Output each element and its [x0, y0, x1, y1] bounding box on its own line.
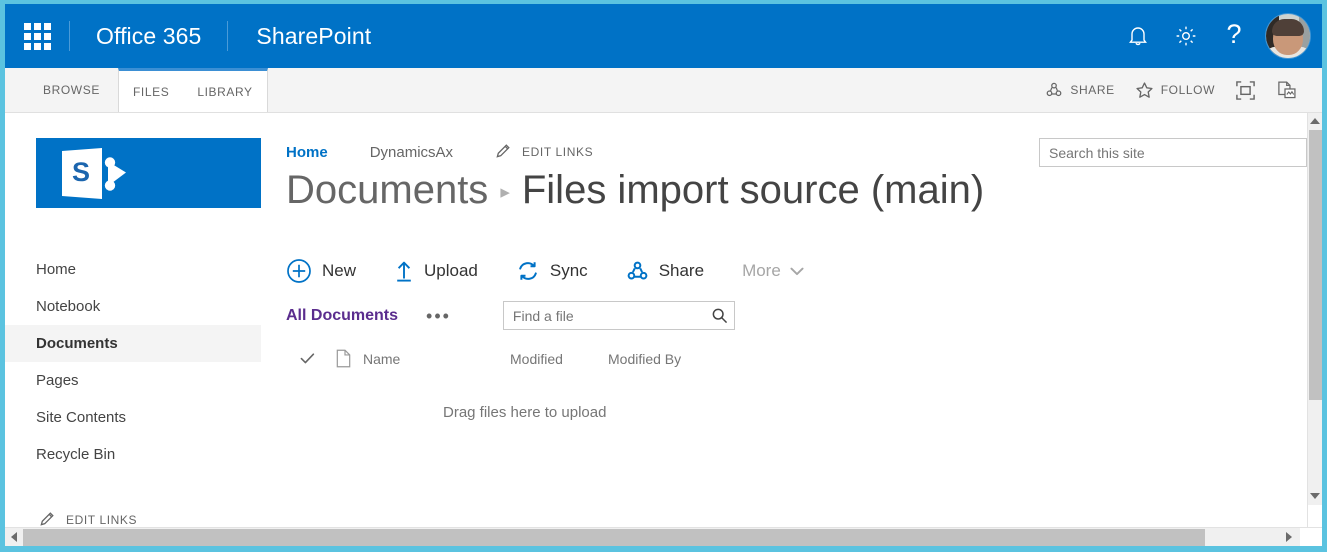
share-command-label: Share	[658, 261, 705, 280]
sync-button[interactable]: Sync	[516, 259, 588, 283]
sidebar-item-site-contents[interactable]: Site Contents	[5, 399, 261, 436]
sidebar-item-notebook[interactable]: Notebook	[5, 288, 261, 325]
ribbon-tabs: BROWSE FILES LIBRARY	[25, 68, 268, 112]
doc-type-icon[interactable]	[323, 349, 363, 368]
sharepoint-logo-share-glyph	[104, 156, 134, 197]
sharepoint-logo[interactable]: S	[36, 138, 261, 208]
view-selector-row: All Documents •••	[286, 301, 735, 330]
left-navigation: Home Notebook Documents Pages Site Conte…	[5, 251, 261, 527]
ribbon-tab-group: FILES LIBRARY	[117, 68, 268, 112]
share-label: SHARE	[1070, 83, 1115, 97]
upload-label: Upload	[424, 261, 478, 280]
sync-icon	[516, 259, 540, 283]
chevron-down-icon	[789, 265, 805, 277]
more-button[interactable]: More	[742, 261, 805, 281]
plus-circle-icon	[286, 258, 312, 284]
topnav-edit-links-button[interactable]: EDIT LINKS	[495, 142, 593, 162]
vertical-scrollbar-thumb[interactable]	[1309, 130, 1322, 400]
current-view-name[interactable]: All Documents	[286, 307, 398, 325]
horizontal-scrollbar-thumb[interactable]	[23, 529, 1205, 546]
pencil-icon	[39, 510, 56, 527]
focus-on-content-button[interactable]	[1225, 80, 1266, 101]
title-separator-icon: ▸	[500, 182, 510, 203]
sidebar-item-home[interactable]: Home	[5, 251, 261, 288]
sidebar-edit-links-label: EDIT LINKS	[66, 513, 138, 527]
find-file-input[interactable]	[503, 307, 706, 324]
gear-icon[interactable]	[1162, 4, 1210, 68]
share-icon	[1045, 81, 1063, 99]
page-title: Documents ▸ Files import source (main)	[286, 170, 984, 210]
column-header-modified[interactable]: Modified	[510, 351, 608, 367]
search-input[interactable]	[1040, 139, 1306, 166]
pencil-icon	[495, 142, 512, 162]
follow-button[interactable]: FOLLOW	[1125, 81, 1225, 100]
scroll-right-arrow-icon[interactable]	[1280, 528, 1297, 546]
drag-files-drop-zone[interactable]: Drag files here to upload	[443, 404, 606, 421]
sharepoint-page: Office 365 SharePoint ? BROWSE FILES LIB…	[5, 4, 1322, 546]
magnifier-icon[interactable]	[706, 307, 734, 324]
follow-label: FOLLOW	[1160, 83, 1215, 97]
share-button[interactable]: SHARE	[1035, 81, 1124, 99]
sync-label: Sync	[549, 261, 588, 280]
bell-icon[interactable]	[1114, 4, 1162, 68]
page-title-parent[interactable]: Documents	[286, 170, 488, 210]
find-a-file-box[interactable]	[502, 301, 735, 330]
upload-button[interactable]: Upload	[394, 259, 478, 283]
sidebar-item-documents[interactable]: Documents	[5, 325, 261, 362]
page-sync-icon	[1276, 80, 1298, 101]
horizontal-scrollbar[interactable]	[5, 527, 1322, 546]
site-search-box[interactable]	[1039, 138, 1307, 167]
column-header-name[interactable]: Name	[363, 351, 510, 367]
focus-on-content-icon	[1235, 80, 1256, 101]
top-navigation: Home DynamicsAx EDIT LINKS	[286, 142, 593, 162]
sidebar-item-recycle-bin[interactable]: Recycle Bin	[5, 436, 261, 473]
scrollbar-corner	[1308, 505, 1322, 527]
scroll-left-arrow-icon[interactable]	[5, 528, 22, 546]
vertical-scrollbar[interactable]	[1307, 113, 1322, 527]
ribbon-actions: SHARE FOLLOW	[1035, 68, 1308, 112]
more-label: More	[742, 261, 781, 280]
tab-files[interactable]: FILES	[119, 71, 183, 112]
page-body: S Home Notebook Documents Pages Site Con…	[5, 113, 1307, 527]
column-header-modified-by[interactable]: Modified By	[608, 351, 681, 367]
tab-library[interactable]: LIBRARY	[183, 71, 266, 112]
select-all-check-icon[interactable]	[291, 352, 323, 365]
app-launcher-waffle-icon[interactable]	[5, 4, 69, 68]
document-list-header: Name Modified Modified By	[291, 349, 681, 368]
office365-brand-link[interactable]: Office 365	[70, 23, 227, 50]
topnav-edit-links-label: EDIT LINKS	[522, 145, 594, 159]
office365-suite-bar: Office 365 SharePoint ?	[5, 4, 1322, 68]
ribbon-bar: BROWSE FILES LIBRARY SHARE FOLLOW	[5, 68, 1322, 113]
topnav-link-dynamicsax[interactable]: DynamicsAx	[370, 144, 453, 161]
tab-browse[interactable]: BROWSE	[25, 68, 118, 112]
share-command-button[interactable]: Share	[626, 260, 704, 283]
help-icon[interactable]: ?	[1210, 4, 1258, 70]
scroll-down-arrow-icon[interactable]	[1308, 488, 1322, 503]
page-sync-button[interactable]	[1266, 80, 1308, 101]
command-bar: New Upload Sync Share More	[286, 258, 843, 284]
browser-window: Office 365 SharePoint ? BROWSE FILES LIB…	[0, 0, 1327, 552]
sharepoint-app-link[interactable]: SharePoint	[228, 23, 397, 50]
star-icon	[1135, 81, 1154, 100]
share-icon	[626, 260, 649, 283]
sidebar-item-pages[interactable]: Pages	[5, 362, 261, 399]
scrollbar-corner-h	[1300, 528, 1322, 546]
scroll-up-arrow-icon[interactable]	[1308, 113, 1322, 128]
avatar[interactable]	[1266, 14, 1310, 58]
waffle-grid	[23, 22, 51, 50]
topnav-link-home[interactable]: Home	[286, 144, 328, 161]
view-more-options-icon[interactable]: •••	[426, 307, 451, 325]
page-title-current: Files import source (main)	[521, 168, 985, 212]
new-button[interactable]: New	[286, 258, 356, 284]
sharepoint-logo-letter: S	[72, 157, 91, 187]
upload-arrow-icon	[394, 259, 414, 283]
sidebar-edit-links-button[interactable]: EDIT LINKS	[5, 501, 261, 527]
new-label: New	[322, 261, 357, 280]
